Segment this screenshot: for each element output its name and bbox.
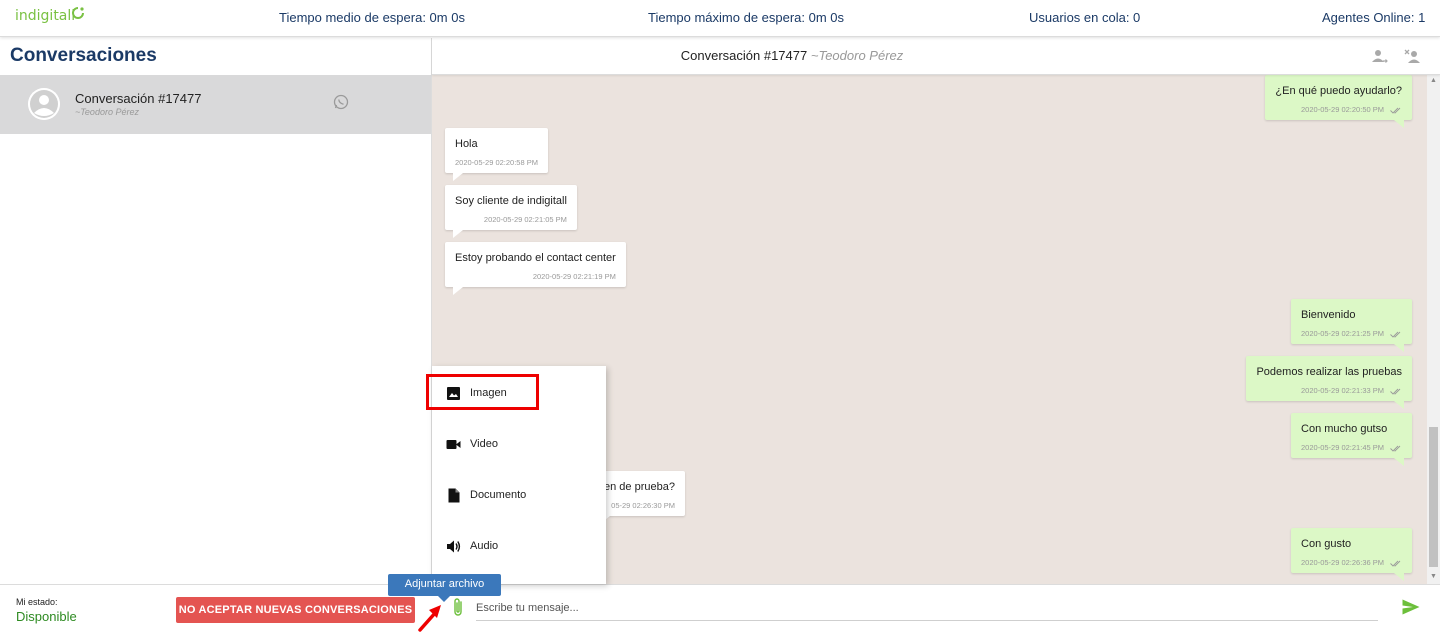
transfer-user-icon[interactable] [1370,47,1388,65]
conversations-title: Conversaciones [10,45,157,66]
brand-name: indigitall [15,8,76,24]
message-time: 2020-05-29 02:21:19 PM [532,272,616,281]
message-incoming: Soy cliente de indigitall 2020-05-29 02:… [445,185,577,238]
chat-scrollbar[interactable]: ▲ ▼ [1427,75,1440,584]
message-outgoing: Podemos realizar las pruebas 2020-05-29 … [1246,356,1412,409]
user-avatar-icon [28,88,60,120]
my-state-label: Mi estado: [16,597,58,607]
message-outgoing: ¿En qué puedo ayudarlo? 2020-05-29 02:20… [1265,75,1412,128]
attach-tooltip: Adjuntar archivo [388,574,501,602]
message-text: ¿En qué puedo ayudarlo? [1275,85,1402,97]
conversation-list-item[interactable]: Conversación #17477 ~Teodoro Pérez [0,75,431,134]
double-check-icon [1390,445,1401,452]
double-check-icon [1390,560,1401,567]
conversation-title: Conversación #17477 [680,48,808,63]
queue-stat: Usuarios en cola: 0 [1029,10,1141,25]
message-input[interactable] [476,595,1378,621]
max-wait-stat: Tiempo máximo de espera: 0m 0s [648,10,845,25]
message-text: Hola [455,138,478,150]
attach-option-label: Video [470,438,498,450]
send-icon[interactable] [1402,599,1420,615]
attach-option-label: Audio [470,540,499,552]
close-user-icon[interactable] [1404,47,1422,65]
attach-icon[interactable] [450,596,466,618]
message-time: 2020-05-29 02:21:45 PM [1301,443,1384,452]
scroll-down-icon[interactable]: ▼ [1430,573,1437,580]
double-check-icon [1390,331,1401,338]
double-check-icon [1390,388,1401,395]
double-check-icon [1390,107,1401,114]
brand-mark-icon [72,7,84,19]
conversations-panel: Conversaciones Conversación #17477 ~Teod… [0,38,432,584]
message-text: Con mucho gutso [1301,423,1388,435]
highlight-box [426,374,539,410]
message-time: 2020-05-29 02:21:25 PM [1301,329,1384,338]
message-time: 2020-05-29 02:20:58 PM [455,158,538,167]
conversation-item-title: Conversación #17477 [75,91,202,106]
message-outgoing: Con mucho gutso 2020-05-29 02:21:45 PM [1291,413,1412,466]
message-incoming: Estoy probando el contact center 2020-05… [445,242,626,295]
audio-icon [447,540,461,552]
avg-wait-stat: Tiempo medio de espera: 0m 0s [279,10,465,25]
top-bar: indigitall Tiempo medio de espera: 0m 0s… [0,0,1440,37]
message-text: Soy cliente de indigitall [455,195,567,207]
conversation-item-subtitle: ~Teodoro Pérez [75,107,139,117]
chat-header: Conversación #17477 ~Teodoro Pérez [432,38,1440,75]
attach-option-label: Documento [470,489,527,501]
scroll-up-icon[interactable]: ▲ [1430,77,1437,84]
message-text: en de prueba? [604,481,675,493]
attach-audio-option[interactable]: Audio [446,535,498,557]
message-time: 2020-05-29 02:26:36 PM [1301,558,1384,567]
attach-document-option[interactable]: Documento [446,484,526,506]
no-accept-conversations-button[interactable]: NO ACEPTAR NUEVAS CONVERSACIONES [176,597,415,623]
message-time: 2020-05-29 02:21:33 PM [1301,386,1384,395]
message-incoming: Hola 2020-05-29 02:20:58 PM [445,128,548,181]
document-icon [448,488,460,502]
message-time: 05-29 02:26:30 PM [611,501,675,510]
message-text: Con gusto [1301,538,1352,550]
brand-logo: indigitall [15,7,84,24]
message-outgoing: Con gusto 2020-05-29 02:26:36 PM [1291,528,1412,581]
agents-online-stat: Agentes Online: 1 [1322,10,1426,25]
pointer-arrow-icon [418,605,441,632]
message-time: 2020-05-29 02:20:50 PM [1301,105,1384,114]
attach-video-option[interactable]: Video [446,433,498,455]
message-text: Bienvenido [1301,309,1356,321]
scrollbar-thumb[interactable] [1429,427,1438,567]
whatsapp-icon [333,94,349,110]
my-state-value[interactable]: Disponible [16,609,77,624]
chat-title: Conversación #17477 ~Teodoro Pérez [432,48,1152,63]
avatar [28,88,60,120]
message-text: Estoy probando el contact center [455,252,616,264]
conversation-user: ~Teodoro Pérez [810,48,904,63]
message-text: Podemos realizar las pruebas [1256,366,1402,378]
message-time: 2020-05-29 02:21:05 PM [483,215,567,224]
message-outgoing: Bienvenido 2020-05-29 02:21:25 PM [1291,299,1412,352]
video-icon [446,439,461,449]
